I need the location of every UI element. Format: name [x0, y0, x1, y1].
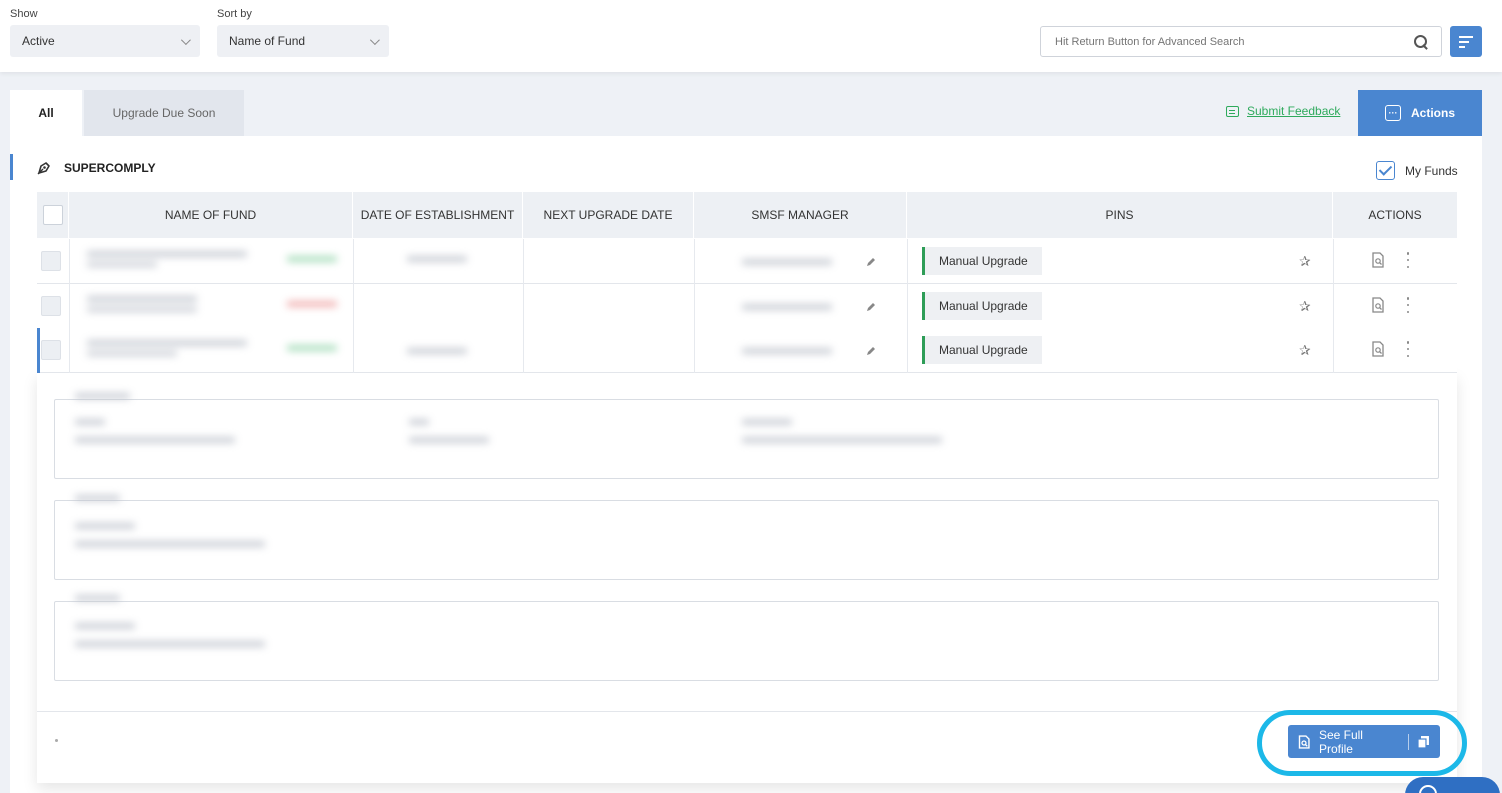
edit-pencil-icon[interactable] — [865, 345, 877, 357]
button-divider — [1408, 733, 1410, 750]
see-full-profile-label: See Full Profile — [1318, 727, 1363, 756]
pin-icon[interactable]: ✰ — [1299, 342, 1315, 358]
panel-footer-dot — [55, 739, 58, 742]
expanded-fund-details — [37, 373, 1457, 783]
row-checkbox[interactable] — [41, 251, 61, 271]
filter-list-icon — [1459, 35, 1473, 48]
table-header: NAME OF FUND DATE OF ESTABLISHMENT NEXT … — [37, 192, 1457, 238]
more-horizontal-icon: ··· — [1384, 105, 1401, 121]
view-profile-icon[interactable] — [1371, 341, 1385, 357]
table-row[interactable]: Manual Upgrade ✰ — [37, 284, 1457, 329]
my-funds-label: My Funds — [1405, 163, 1458, 178]
tab-all[interactable]: All — [10, 90, 82, 136]
column-header-name[interactable]: NAME OF FUND — [69, 192, 353, 238]
submit-feedback-link[interactable]: Submit Feedback — [1226, 104, 1340, 118]
actions-button[interactable]: ··· Actions — [1358, 90, 1482, 136]
pin-tag: Manual Upgrade — [922, 247, 1042, 275]
section-header: SUPERCOMPLY — [36, 160, 156, 176]
search-icon[interactable] — [1413, 34, 1429, 50]
search-input[interactable] — [1055, 35, 1375, 48]
column-header-pins: PINS — [907, 192, 1333, 238]
help-widget-button[interactable] — [1405, 777, 1500, 793]
view-profile-icon[interactable] — [1371, 252, 1385, 268]
select-all-checkbox[interactable] — [42, 205, 63, 225]
submit-feedback-label: Submit Feedback — [1247, 104, 1341, 118]
view-profile-icon[interactable] — [1371, 297, 1385, 313]
details-group — [54, 500, 1439, 580]
row-checkbox[interactable] — [41, 296, 61, 316]
pin-tag: Manual Upgrade — [922, 336, 1042, 364]
panel-divider — [37, 711, 1457, 712]
column-header-date-established[interactable]: DATE OF ESTABLISHMENT — [353, 192, 523, 238]
filter-bar: Show Active Sort by Name of Fund — [0, 0, 1502, 72]
my-funds-toggle[interactable]: My Funds — [1376, 161, 1458, 180]
table-row[interactable]: Manual Upgrade ✰ — [37, 239, 1457, 284]
chevron-down-icon — [180, 34, 191, 45]
pin-icon[interactable]: ✰ — [1299, 298, 1315, 314]
search-box — [1040, 26, 1442, 57]
view-profile-icon — [1298, 734, 1310, 749]
show-select[interactable]: Active — [10, 25, 200, 57]
pen-nib-icon — [37, 162, 50, 175]
edit-pencil-icon[interactable] — [865, 301, 877, 313]
column-header-next-upgrade[interactable]: NEXT UPGRADE DATE — [523, 192, 694, 238]
copy-document-icon[interactable] — [1417, 735, 1430, 749]
more-vertical-icon[interactable] — [1405, 297, 1411, 313]
column-header-actions: ACTIONS — [1368, 208, 1422, 222]
see-full-profile-button[interactable]: See Full Profile — [1288, 725, 1440, 758]
more-vertical-icon[interactable] — [1405, 341, 1411, 357]
row-checkbox[interactable] — [41, 340, 61, 360]
section-title: SUPERCOMPLY — [64, 161, 156, 175]
sort-select[interactable]: Name of Fund — [217, 25, 389, 57]
advanced-search-button[interactable] — [1450, 26, 1482, 57]
more-vertical-icon[interactable] — [1405, 252, 1411, 268]
pin-tag: Manual Upgrade — [922, 292, 1042, 320]
sort-label: Sort by — [217, 8, 252, 20]
edit-pencil-icon[interactable] — [865, 256, 877, 268]
feedback-icon — [1226, 105, 1239, 117]
chevron-down-icon — [369, 34, 380, 45]
pin-icon[interactable]: ✰ — [1299, 253, 1315, 269]
table-row[interactable]: Manual Upgrade ✰ — [37, 328, 1457, 373]
section-indicator — [10, 154, 13, 180]
column-header-smsf-manager[interactable]: SMSF MANAGER — [694, 192, 907, 238]
sort-select-value: Name of Fund — [229, 34, 306, 48]
my-funds-checkbox[interactable] — [1376, 161, 1395, 180]
select-all-cell — [37, 192, 69, 238]
tab-upgrade-due-soon[interactable]: Upgrade Due Soon — [84, 90, 244, 136]
show-select-value: Active — [22, 34, 55, 48]
show-label: Show — [10, 8, 38, 20]
actions-button-label: Actions — [1410, 106, 1455, 120]
